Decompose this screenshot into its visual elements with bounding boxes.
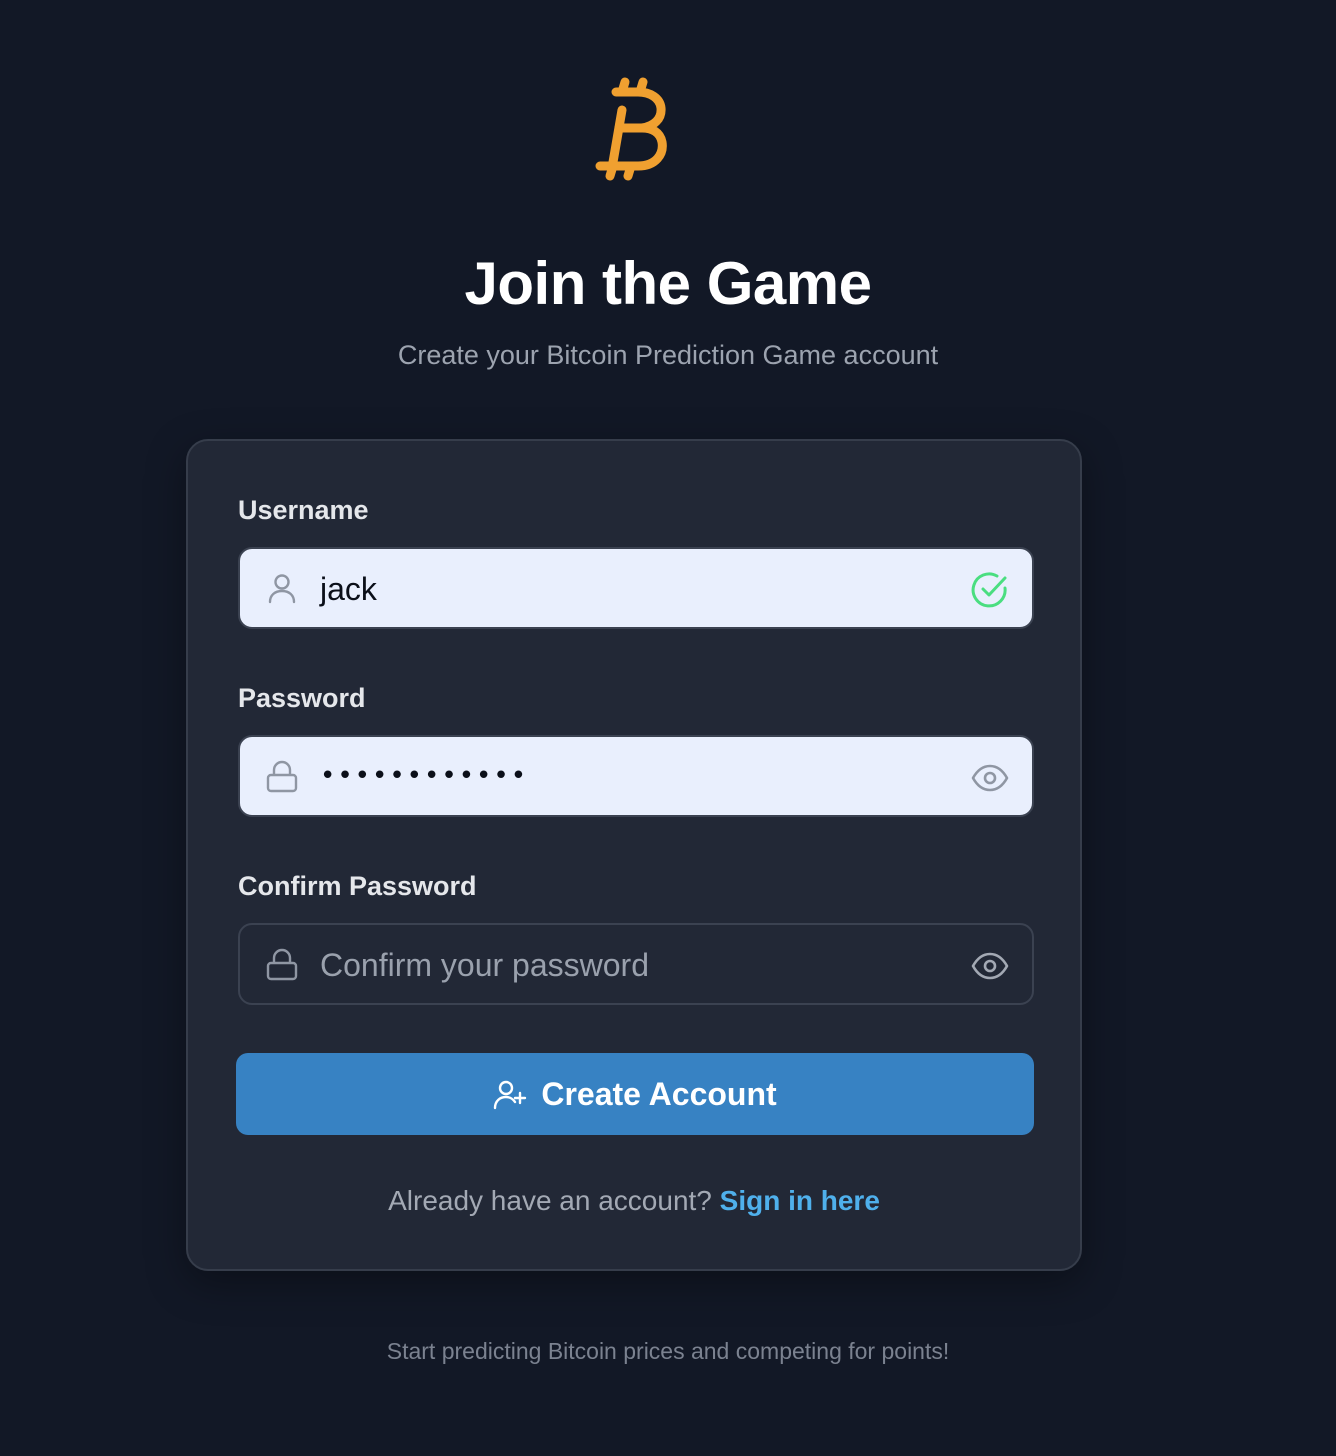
signin-prompt-text: Already have an account? xyxy=(388,1185,720,1216)
confirm-password-field[interactable]: Confirm your password xyxy=(238,923,1034,1005)
eye-icon[interactable] xyxy=(970,946,1010,986)
register-page: Join the Game Create your Bitcoin Predic… xyxy=(0,0,1336,1456)
signin-link[interactable]: Sign in here xyxy=(720,1185,880,1216)
page-subtitle: Create your Bitcoin Prediction Game acco… xyxy=(397,340,939,370)
user-icon xyxy=(264,570,300,606)
lock-icon xyxy=(264,946,300,982)
confirm-password-placeholder[interactable]: Confirm your password xyxy=(320,945,649,985)
eye-icon[interactable] xyxy=(970,758,1010,798)
password-value[interactable]: •••••••••••• xyxy=(320,756,528,796)
check-circle-icon xyxy=(970,570,1010,610)
username-label: Username xyxy=(238,495,369,525)
username-value[interactable]: jack xyxy=(320,569,377,609)
user-plus-icon xyxy=(493,1077,527,1111)
username-field[interactable]: jack xyxy=(238,547,1034,629)
create-account-button[interactable]: Create Account xyxy=(236,1053,1034,1135)
page-title: Join the Game xyxy=(464,250,872,317)
create-account-label: Create Account xyxy=(541,1076,777,1112)
bitcoin-icon xyxy=(592,76,676,192)
lock-icon xyxy=(264,758,300,794)
password-field[interactable]: •••••••••••• xyxy=(238,735,1034,817)
password-label: Password xyxy=(238,683,366,713)
signin-prompt: Already have an account? Sign in here xyxy=(188,1183,1080,1219)
register-card: Username jack Password •••••••••••• Conf… xyxy=(186,439,1082,1271)
footer-text: Start predicting Bitcoin prices and comp… xyxy=(386,1338,950,1364)
confirm-password-label: Confirm Password xyxy=(238,871,477,901)
